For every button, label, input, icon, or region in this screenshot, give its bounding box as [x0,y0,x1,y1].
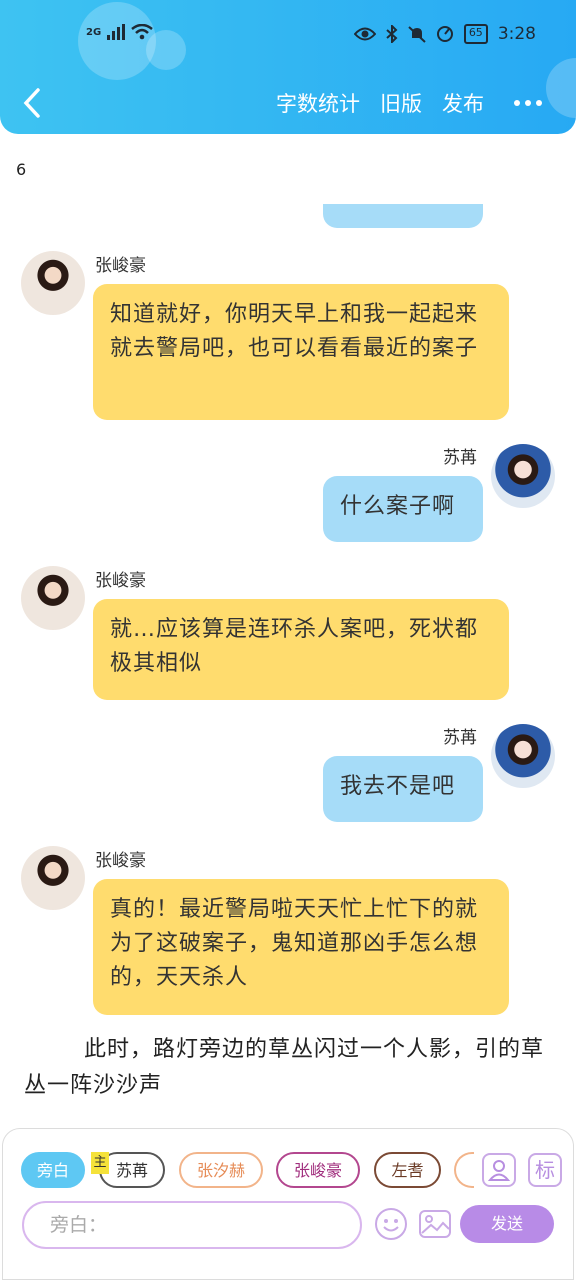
user-icon [487,1160,511,1181]
character-chip-partial[interactable] [454,1152,474,1188]
speaker-name: 张峻豪 [95,851,146,871]
character-profile-icon[interactable] [482,1153,516,1187]
speaker-name: 苏苒 [443,728,477,748]
publish-button[interactable]: 发布 [442,88,484,118]
avatar[interactable] [21,251,85,315]
data-saver-icon [436,26,453,42]
speaker-name: 苏苒 [443,448,477,468]
clock: 3:28 [497,24,536,44]
more-icon[interactable] [514,100,542,106]
character-chip-zhangjunhao[interactable]: 张峻豪 [276,1152,360,1188]
status-bar: 2G 65 3:28 [0,20,576,54]
protagonist-badge: 主 [91,1152,109,1174]
mute-bell-icon [408,26,426,43]
character-chip-zhangxihe[interactable]: 张汐赫 [179,1152,263,1188]
message-bubble[interactable]: 我去不是吧 [323,756,483,822]
nav-actions: 字数统计 旧版 发布 [276,88,542,118]
character-chip-narrator[interactable]: 旁白 [21,1152,85,1188]
header: 2G 65 3:28 字数统计 旧版 发布 [0,0,576,134]
battery-icon: 65 [463,24,488,44]
narration-text[interactable]: 此时，路灯旁边的草丛闪过一个人影，引的草丛一阵沙沙声 [24,1032,554,1104]
character-chip-zuo[interactable]: 左䎛 [374,1152,441,1188]
avatar[interactable] [21,566,85,630]
old-version-button[interactable]: 旧版 [380,88,422,118]
partial-message-bubble [323,204,483,228]
emoji-icon[interactable] [374,1207,408,1241]
avatar[interactable] [21,846,85,910]
page-number: 6 [16,160,27,179]
avatar[interactable] [491,444,555,508]
mark-icon[interactable]: 标 [528,1153,562,1187]
nav-bar: 字数统计 旧版 发布 [0,80,576,130]
input-panel: 旁白 苏苒 主 张汐赫 张峻豪 左䎛 标 旁白： 发送 [2,1128,574,1280]
send-button[interactable]: 发送 [460,1205,554,1243]
eye-icon [353,27,376,41]
message-bubble[interactable]: 知道就好，你明天早上和我一起起来就去警局吧，也可以看看最近的案子 [93,284,509,420]
back-arrow-icon[interactable] [18,86,48,120]
message-bubble[interactable]: 真的！最近警局啦天天忙上忙下的就为了这破案子，鬼知道那凶手怎么想的，天天杀人 [93,879,509,1015]
avatar[interactable] [491,724,555,788]
message-bubble[interactable]: 就…应该算是连环杀人案吧，死状都极其相似 [93,599,509,700]
signal-icon [107,24,126,40]
message-input[interactable]: 旁白： [22,1201,362,1249]
wifi-icon [131,24,153,40]
system-status: 65 3:28 [353,24,536,44]
network-type: 2G [86,26,102,38]
speaker-name: 张峻豪 [95,256,146,276]
word-count-button[interactable]: 字数统计 [276,88,360,118]
bluetooth-icon [386,25,398,43]
network-status: 2G [86,24,153,40]
image-icon[interactable] [418,1207,452,1241]
speaker-name: 张峻豪 [95,571,146,591]
message-bubble[interactable]: 什么案子啊 [323,476,483,542]
